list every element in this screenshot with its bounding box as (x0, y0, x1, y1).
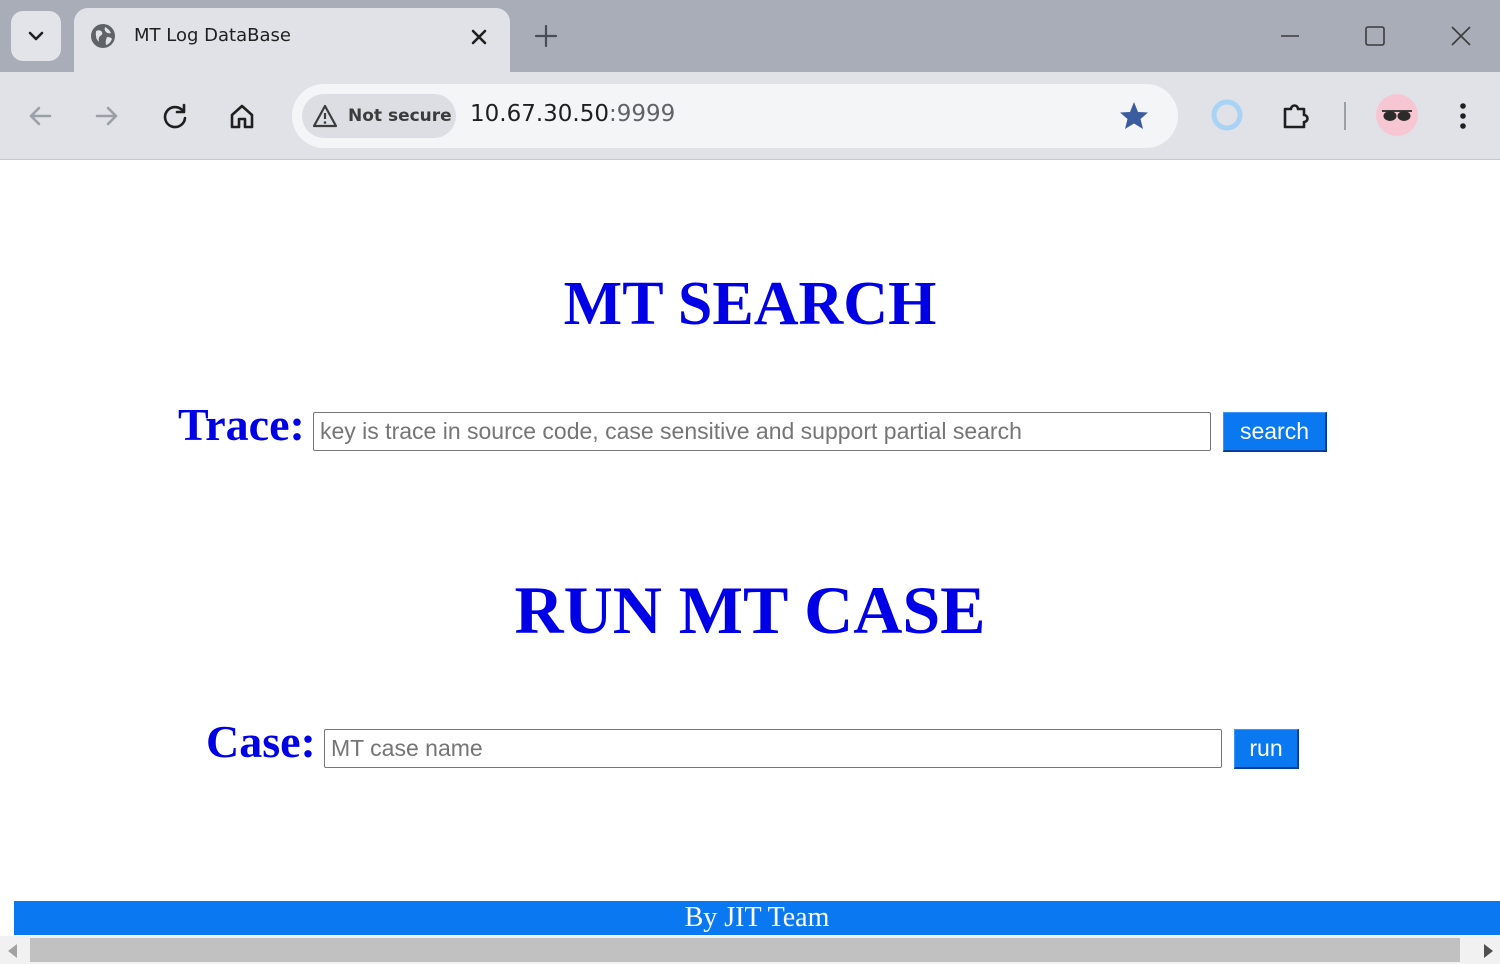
browser-tab-active[interactable]: MT Log DataBase (74, 8, 510, 72)
back-arrow-icon (29, 106, 52, 126)
url-port: :9999 (609, 101, 676, 127)
extensions-menu-button[interactable] (1273, 92, 1319, 138)
horizontal-scrollbar[interactable] (0, 936, 1500, 964)
tab-title: MT Log DataBase (134, 25, 291, 46)
new-tab-button[interactable] (530, 20, 562, 52)
globe-icon (91, 24, 115, 48)
maximize-icon (1365, 26, 1385, 46)
case-label: Case: (206, 716, 316, 767)
window-close-button[interactable] (1441, 16, 1481, 56)
tab-search-dropdown-button[interactable] (11, 11, 61, 61)
url-host: 10.67.30.50 (470, 101, 609, 127)
tab-close-button[interactable] (466, 24, 492, 50)
forward-button[interactable] (87, 96, 127, 136)
tab-strip: MT Log DataBase (0, 0, 1500, 72)
minimize-icon (1281, 35, 1299, 37)
home-button[interactable] (222, 96, 262, 136)
security-chip[interactable]: Not secure (302, 94, 456, 138)
home-icon (230, 104, 254, 129)
reload-icon (163, 103, 187, 129)
browser-toolbar: Not secure 10.67.30.50:9999 (0, 72, 1500, 160)
profile-avatar-button[interactable] (1376, 94, 1418, 136)
scroll-left-arrow-icon[interactable] (8, 944, 17, 958)
plus-icon (534, 24, 558, 48)
forward-arrow-icon (95, 106, 118, 126)
search-heading: MT SEARCH (563, 270, 937, 338)
extension-button[interactable] (1204, 92, 1250, 138)
scrollbar-thumb[interactable] (30, 938, 1460, 962)
address-bar[interactable]: Not secure 10.67.30.50:9999 (292, 84, 1178, 148)
chevron-down-icon (28, 31, 44, 41)
star-icon[interactable] (1118, 100, 1150, 132)
page-content: MT SEARCH Trace: key is trace in source … (0, 161, 1500, 964)
browser-menu-button[interactable] (1443, 96, 1483, 136)
scroll-right-arrow-icon[interactable] (1484, 944, 1493, 958)
footer: By JIT Team (14, 901, 1500, 935)
back-button[interactable] (20, 96, 60, 136)
window-close-icon (1451, 26, 1471, 46)
case-input[interactable]: MT case name (324, 729, 1222, 768)
url-text[interactable]: 10.67.30.50:9999 (470, 101, 675, 127)
maximize-button[interactable] (1355, 16, 1395, 56)
run-heading: RUN MT CASE (514, 572, 986, 648)
toolbar-divider (1344, 102, 1346, 130)
more-menu-icon (1460, 103, 1466, 129)
run-button[interactable]: run (1234, 729, 1299, 769)
close-icon (471, 29, 487, 45)
trace-label: Trace: (178, 399, 305, 450)
profile-avatar-icon (1382, 110, 1412, 121)
trace-input[interactable]: key is trace in source code, case sensit… (313, 412, 1211, 451)
reload-button[interactable] (155, 96, 195, 136)
warning-icon (312, 104, 338, 128)
security-label: Not secure (348, 106, 452, 126)
puzzle-icon (1283, 104, 1309, 129)
search-button[interactable]: search (1223, 412, 1327, 452)
minimize-button[interactable] (1270, 16, 1310, 56)
extension-ring-icon (1211, 99, 1243, 131)
